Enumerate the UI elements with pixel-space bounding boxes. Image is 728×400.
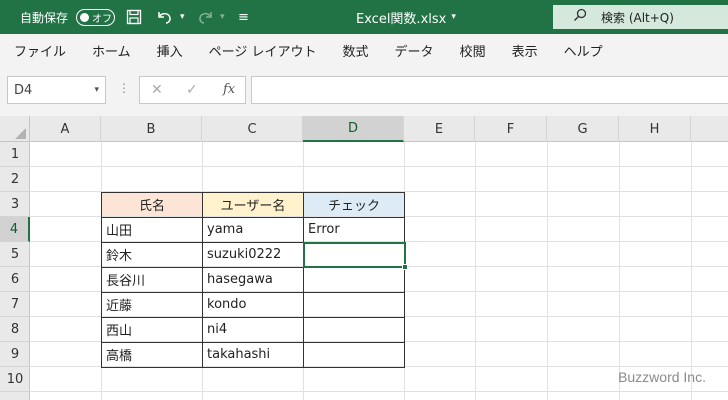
title-bar: 自動保存 オフ ▾ ▾ ≡ Excel関数.xlsx ▾ 検索 (Alt+Q) [0,0,728,34]
row-header-4[interactable]: 4 [0,217,30,242]
autosave-toggle[interactable]: オフ [76,9,115,26]
column-header-g[interactable]: G [547,116,619,142]
select-all-icon [15,128,26,139]
gridline [30,391,728,392]
redo-icon[interactable] [197,0,215,34]
gridline [404,142,405,400]
row-header-3[interactable]: 3 [0,192,30,217]
header-cell-username[interactable]: ユーザー名 [203,192,303,216]
gridline [30,366,728,367]
enter-icon[interactable]: ✓ [186,82,198,98]
row-header-2[interactable]: 2 [0,167,30,192]
chevron-down-icon: ▾ [94,85,99,95]
cell-b5[interactable]: 長谷川 [102,267,202,291]
tab-review[interactable]: 校閲 [460,41,486,60]
tab-help[interactable]: ヘルプ [564,41,603,60]
column-headers: A B C D E F G H [0,116,728,142]
cell-b6[interactable]: 近藤 [102,292,202,316]
formula-bar: D4 ▾ ⋮ ✕ ✓ fx [0,66,728,116]
cell-d8[interactable] [304,342,404,366]
function-icon[interactable]: fx [223,82,235,97]
document-title-text: Excel関数.xlsx [356,11,447,27]
toggle-knob [80,13,89,22]
cell-c7[interactable]: ni4 [203,317,303,341]
spreadsheet-grid: A B C D E F G H 1 2 3 4 5 6 7 8 9 10 氏名 … [0,116,728,400]
cell-c4[interactable]: suzuki0222 [203,242,303,266]
tab-data[interactable]: データ [395,41,434,60]
cell-b3[interactable]: 山田 [102,217,202,241]
gridline [475,142,476,400]
name-box[interactable]: D4 ▾ [7,76,106,104]
cell-area[interactable]: 氏名 ユーザー名 チェック 山田 yama Error 鈴木 suzuki022… [30,142,728,400]
cell-c8[interactable]: takahashi [203,342,303,366]
tab-home[interactable]: ホーム [92,41,131,60]
row-header-7[interactable]: 7 [0,292,30,317]
cell-d7[interactable] [304,317,404,341]
column-header-a[interactable]: A [30,116,101,142]
tab-formulas[interactable]: 数式 [343,41,369,60]
tab-file[interactable]: ファイル [14,41,66,60]
row-headers: 1 2 3 4 5 6 7 8 9 10 [0,142,30,400]
column-header-d[interactable]: D [303,116,404,142]
row-header-10[interactable]: 10 [0,367,30,392]
search-text: 検索 (Alt+Q) [601,10,674,25]
cell-b4[interactable]: 鈴木 [102,242,202,266]
cancel-icon[interactable]: ✕ [151,82,163,98]
cell-d4[interactable] [304,242,404,266]
row-header-6[interactable]: 6 [0,267,30,292]
autosave-state: オフ [92,14,112,25]
more-options-icon[interactable]: ⋮ [118,81,130,95]
cell-c6[interactable]: kondo [203,292,303,316]
chevron-down-icon: ▾ [451,12,456,22]
tab-view[interactable]: 表示 [512,41,538,60]
cell-d3[interactable]: Error [304,217,404,241]
cell-b7[interactable]: 西山 [102,317,202,341]
header-cell-name[interactable]: 氏名 [102,192,202,216]
formula-buttons: ✕ ✓ fx [139,76,246,104]
save-icon[interactable] [126,0,142,34]
cell-c5[interactable]: hasegawa [203,267,303,291]
ribbon-tabs: ファイル ホーム 挿入 ページ レイアウト 数式 データ 校閲 表示 ヘルプ [0,34,728,66]
column-header-f[interactable]: F [475,116,547,142]
autosave-label: 自動保存 [20,10,69,25]
cell-c3[interactable]: yama [203,217,303,241]
row-header-9[interactable]: 9 [0,342,30,367]
header-cell-check[interactable]: チェック [304,192,404,216]
undo-dropdown-icon[interactable]: ▾ [180,0,185,34]
tab-page-layout[interactable]: ページ レイアウト [209,41,317,60]
watermark: Buzzword Inc. [618,369,706,385]
gridline [547,142,548,400]
column-header-b[interactable]: B [101,116,202,142]
document-title[interactable]: Excel関数.xlsx ▾ [356,0,456,34]
redo-dropdown-icon[interactable]: ▾ [220,0,225,34]
search-icon [573,8,587,26]
undo-icon[interactable] [155,0,173,34]
cell-b8[interactable]: 高橋 [102,342,202,366]
customize-toolbar-icon[interactable]: ≡ [238,0,249,34]
cell-d5[interactable] [304,267,404,291]
row-header-5[interactable]: 5 [0,242,30,267]
row-header-8[interactable]: 8 [0,317,30,342]
column-header-h[interactable]: H [619,116,691,142]
cell-d6[interactable] [304,292,404,316]
column-header-c[interactable]: C [202,116,303,142]
formula-input[interactable] [251,76,728,104]
gridline [691,142,692,400]
gridline [30,166,728,167]
row-header-1[interactable]: 1 [0,142,30,167]
gridline [619,142,620,400]
name-box-value: D4 [14,82,33,98]
select-all-button[interactable] [0,116,30,142]
tab-insert[interactable]: 挿入 [157,41,183,60]
search-box[interactable]: 検索 (Alt+Q) [553,5,728,29]
column-header-e[interactable]: E [404,116,475,142]
